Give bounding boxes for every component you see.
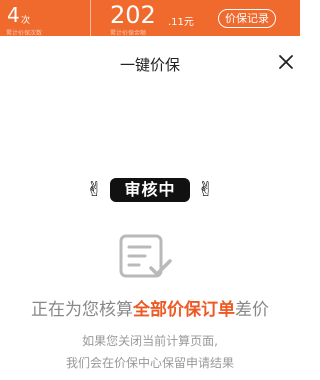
protect-count-value: 4	[7, 3, 20, 27]
close-icon[interactable]	[278, 54, 294, 70]
victory-hand-icon: ✌	[197, 177, 214, 201]
price-protect-summary-bar: 4 次 累计价保次数 202 .11元 累计价保金额 价保记录	[0, 0, 300, 36]
protect-amount-value: 202	[110, 1, 156, 29]
reviewing-status-text: 审核中	[110, 178, 190, 202]
calculating-highlight: 全部价保订单	[133, 300, 235, 320]
calculating-suffix: 差价	[235, 300, 269, 320]
protect-amount-unit: .11元	[168, 17, 194, 28]
one-click-protect-sheet: 一键价保 ✌ 审核中 ✌ 正在为您核算全部价保订单差价 如果您关闭当前计算页面,…	[0, 36, 300, 380]
calculator-doc-icon	[117, 232, 175, 282]
protect-count-caption: 累计价保次数	[6, 30, 43, 35]
sheet-title: 一键价保	[119, 56, 180, 74]
price-protect-record-button[interactable]: 价保记录	[218, 9, 276, 28]
victory-hand-icon: ✌	[86, 177, 103, 201]
calculating-message: 正在为您核算全部价保订单差价	[0, 295, 300, 320]
protect-count-unit: 次	[21, 16, 31, 26]
calculating-prefix: 正在为您核算	[31, 300, 133, 320]
summary-divider	[90, 0, 91, 36]
close-hint-line-2: 我们会在价保中心保留申请结果	[65, 356, 234, 370]
reviewing-status-tag: ✌ 审核中 ✌	[86, 176, 214, 204]
protect-amount-caption: 累计价保金额	[110, 30, 147, 35]
close-hint-line-1: 如果您关闭当前计算页面,	[82, 334, 218, 348]
